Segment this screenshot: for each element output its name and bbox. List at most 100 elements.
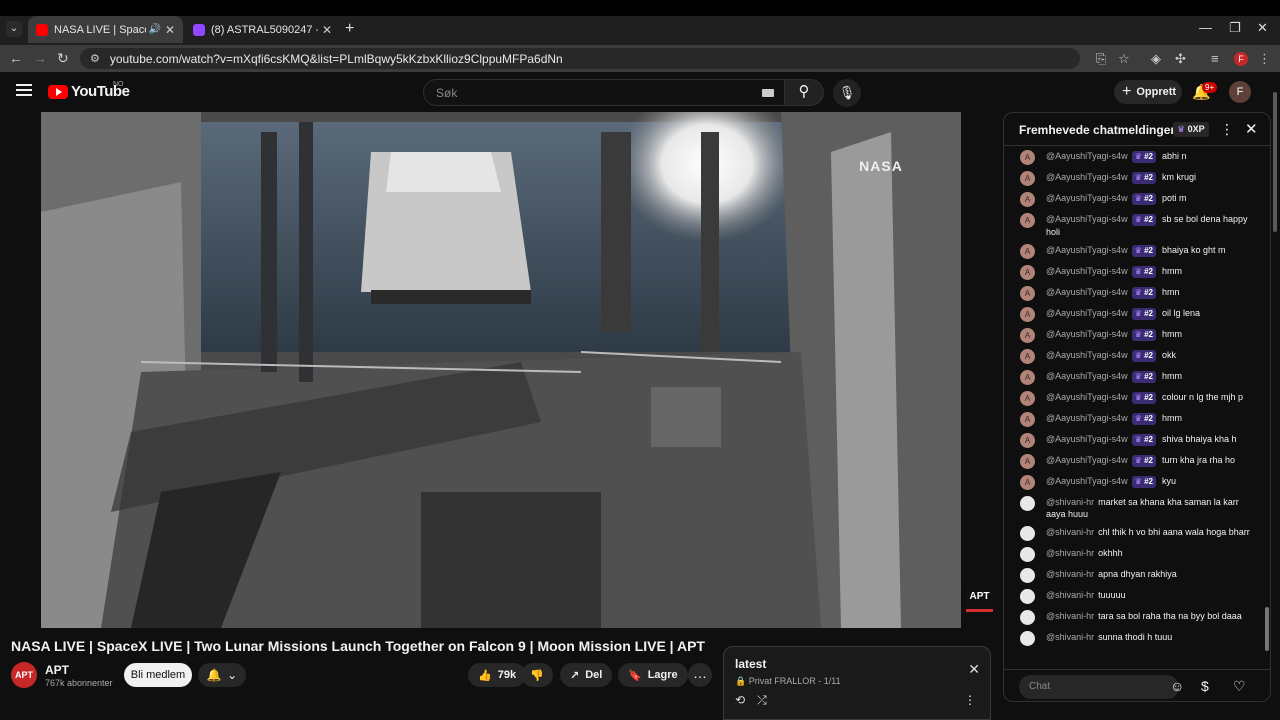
tab-twitch[interactable]: (8) ASTRAL5090247 - Twitch ✕ bbox=[185, 16, 340, 43]
install-icon[interactable]: ⎘ bbox=[1096, 51, 1106, 67]
chat-message[interactable]: @shivani-hr tara sa bol raha tha na byy b… bbox=[1004, 607, 1264, 628]
chat-message-list[interactable]: A @AayushiTyagi-s4w ♛ #2 abhi n A @AayushiTya… bbox=[1004, 147, 1264, 667]
chat-author-avatar[interactable]: A bbox=[1020, 412, 1035, 427]
account-avatar[interactable]: F bbox=[1229, 81, 1251, 103]
chat-message[interactable]: A @AayushiTyagi-s4w ♛ #2 sb se bol dena hap… bbox=[1004, 210, 1264, 241]
chat-author-avatar[interactable] bbox=[1020, 631, 1035, 646]
chat-author-avatar[interactable]: A bbox=[1020, 286, 1035, 301]
forward-icon[interactable]: → bbox=[33, 50, 47, 66]
chat-author-name[interactable]: @AayushiTyagi-s4w bbox=[1046, 434, 1128, 444]
loop-icon[interactable]: ⟲ bbox=[735, 693, 745, 708]
chat-message[interactable]: A @AayushiTyagi-s4w ♛ #2 poti m bbox=[1004, 189, 1264, 210]
chat-author-avatar[interactable] bbox=[1020, 496, 1035, 511]
youtube-logo-icon[interactable] bbox=[48, 85, 68, 99]
speaker-icon[interactable]: 🔊 bbox=[148, 24, 160, 35]
voice-search-button[interactable]: 🎙 bbox=[833, 79, 861, 107]
chat-menu-icon[interactable]: ⋮ bbox=[1220, 121, 1234, 138]
chat-message[interactable]: A @AayushiTyagi-s4w ♛ #2 kyu bbox=[1004, 472, 1264, 493]
chat-author-name[interactable]: @shivani-hr bbox=[1046, 611, 1094, 621]
dislike-button[interactable]: 👎 bbox=[521, 663, 553, 687]
chat-author-avatar[interactable] bbox=[1020, 526, 1035, 541]
puzzle-icon[interactable]: ✣ bbox=[1175, 51, 1186, 67]
chat-message[interactable]: A @AayushiTyagi-s4w ♛ #2 hmm bbox=[1004, 367, 1264, 388]
chat-author-name[interactable]: @AayushiTyagi-s4w bbox=[1046, 413, 1128, 423]
search-input[interactable]: Søk bbox=[423, 79, 785, 106]
shuffle-icon[interactable]: ⤮ bbox=[757, 693, 767, 708]
chat-author-avatar[interactable] bbox=[1020, 589, 1035, 604]
channel-name[interactable]: APT bbox=[45, 663, 69, 677]
chat-message[interactable]: A @AayushiTyagi-s4w ♛ #2 shiva bhaiya kha h bbox=[1004, 430, 1264, 451]
chat-author-name[interactable]: @AayushiTyagi-s4w bbox=[1046, 455, 1128, 465]
chat-message[interactable]: A @AayushiTyagi-s4w ♛ #2 oil lg lena bbox=[1004, 304, 1264, 325]
chat-message[interactable]: A @AayushiTyagi-s4w ♛ #2 bhaiya ko ght m bbox=[1004, 241, 1264, 262]
chat-author-name[interactable]: @shivani-hr bbox=[1046, 569, 1094, 579]
chat-author-name[interactable]: @AayushiTyagi-s4w bbox=[1046, 308, 1128, 318]
video-player[interactable]: NASA bbox=[41, 112, 961, 628]
chat-author-avatar[interactable]: A bbox=[1020, 307, 1035, 322]
restore-icon[interactable]: ❐ bbox=[1229, 20, 1241, 36]
subscription-bell-button[interactable]: 🔔 ⌄ bbox=[198, 663, 246, 687]
chat-author-avatar[interactable] bbox=[1020, 610, 1035, 625]
chat-author-name[interactable]: @AayushiTyagi-s4w bbox=[1046, 245, 1128, 255]
chat-message[interactable]: @shivani-hr sunna thodi h tuuu bbox=[1004, 628, 1264, 649]
chat-author-name[interactable]: @AayushiTyagi-s4w bbox=[1046, 151, 1128, 161]
chat-author-avatar[interactable]: A bbox=[1020, 171, 1035, 186]
chat-author-name[interactable]: @shivani-hr bbox=[1046, 590, 1094, 600]
chat-message[interactable]: @shivani-hr chl thik h vo bhi aana wala h… bbox=[1004, 523, 1264, 544]
chat-author-name[interactable]: @AayushiTyagi-s4w bbox=[1046, 392, 1128, 402]
chat-message[interactable]: A @AayushiTyagi-s4w ♛ #2 hmm bbox=[1004, 325, 1264, 346]
like-button[interactable]: 👍 79k bbox=[468, 663, 527, 687]
chat-author-name[interactable]: @AayushiTyagi-s4w bbox=[1046, 476, 1128, 486]
chat-author-name[interactable]: @AayushiTyagi-s4w bbox=[1046, 371, 1128, 381]
close-playlist-icon[interactable]: ✕ bbox=[968, 661, 980, 678]
tab-search-icon[interactable]: ⌄ bbox=[6, 21, 22, 37]
xp-badge[interactable]: ♛ 0XP bbox=[1173, 122, 1209, 137]
chat-author-avatar[interactable]: A bbox=[1020, 391, 1035, 406]
heart-icon[interactable]: ♡ bbox=[1233, 678, 1246, 695]
chat-author-avatar[interactable]: A bbox=[1020, 370, 1035, 385]
channel-avatar[interactable]: APT bbox=[11, 662, 37, 688]
browser-menu-icon[interactable]: ⋮ bbox=[1258, 51, 1271, 67]
close-window-icon[interactable]: ✕ bbox=[1257, 20, 1268, 36]
media-icon[interactable]: ≡ bbox=[1211, 51, 1219, 66]
chat-scrollbar[interactable] bbox=[1264, 147, 1270, 667]
chat-author-name[interactable]: @AayushiTyagi-s4w bbox=[1046, 350, 1128, 360]
page-scroll-thumb[interactable] bbox=[1273, 92, 1277, 232]
chat-message[interactable]: A @AayushiTyagi-s4w ♛ #2 hmm bbox=[1004, 409, 1264, 430]
more-actions-button[interactable]: … bbox=[688, 663, 712, 687]
join-button[interactable]: Bli medlem bbox=[124, 663, 192, 687]
chat-author-avatar[interactable]: A bbox=[1020, 265, 1035, 280]
chat-message[interactable]: @shivani-hr okhhh bbox=[1004, 544, 1264, 565]
keyboard-icon[interactable] bbox=[762, 89, 774, 97]
emoji-icon[interactable]: ☺ bbox=[1170, 678, 1184, 694]
chat-author-avatar[interactable]: A bbox=[1020, 454, 1035, 469]
chat-author-avatar[interactable]: A bbox=[1020, 475, 1035, 490]
playlist-more-icon[interactable]: ⋮ bbox=[964, 693, 976, 707]
chat-message[interactable]: @shivani-hr apna dhyan rakhiya bbox=[1004, 565, 1264, 586]
chat-author-avatar[interactable] bbox=[1020, 547, 1035, 562]
chat-author-name[interactable]: @AayushiTyagi-s4w bbox=[1046, 214, 1128, 224]
site-info-icon[interactable]: ⚙ bbox=[90, 52, 100, 65]
chat-message[interactable]: @shivani-hr tuuuuu bbox=[1004, 586, 1264, 607]
chat-input[interactable]: Chat bbox=[1019, 675, 1179, 699]
chat-author-name[interactable]: @AayushiTyagi-s4w bbox=[1046, 172, 1128, 182]
page-scrollbar[interactable] bbox=[1272, 84, 1278, 234]
minimize-icon[interactable]: — bbox=[1199, 20, 1212, 35]
save-button[interactable]: 🔖 Lagre bbox=[618, 663, 688, 687]
chat-author-name[interactable]: @shivani-hr bbox=[1046, 548, 1094, 558]
channel-watermark[interactable]: APT bbox=[966, 590, 993, 612]
chat-author-avatar[interactable]: A bbox=[1020, 328, 1035, 343]
menu-icon[interactable] bbox=[16, 84, 32, 96]
close-tab-icon[interactable]: ✕ bbox=[165, 23, 175, 37]
chat-message[interactable]: A @AayushiTyagi-s4w ♛ #2 abhi n bbox=[1004, 147, 1264, 168]
tab-youtube[interactable]: NASA LIVE | SpaceX LIVE | T 🔊 ✕ bbox=[28, 16, 183, 43]
chat-author-avatar[interactable]: A bbox=[1020, 150, 1035, 165]
chat-author-name[interactable]: @shivani-hr bbox=[1046, 527, 1094, 537]
chat-author-avatar[interactable]: A bbox=[1020, 213, 1035, 228]
extension-icon[interactable]: ◈ bbox=[1151, 51, 1161, 67]
chat-author-name[interactable]: @AayushiTyagi-s4w bbox=[1046, 329, 1128, 339]
chat-author-avatar[interactable]: A bbox=[1020, 244, 1035, 259]
back-icon[interactable]: ← bbox=[9, 50, 23, 66]
chat-message[interactable]: A @AayushiTyagi-s4w ♛ #2 turn kha jra rha h… bbox=[1004, 451, 1264, 472]
bookmark-star-icon[interactable]: ☆ bbox=[1118, 51, 1130, 67]
